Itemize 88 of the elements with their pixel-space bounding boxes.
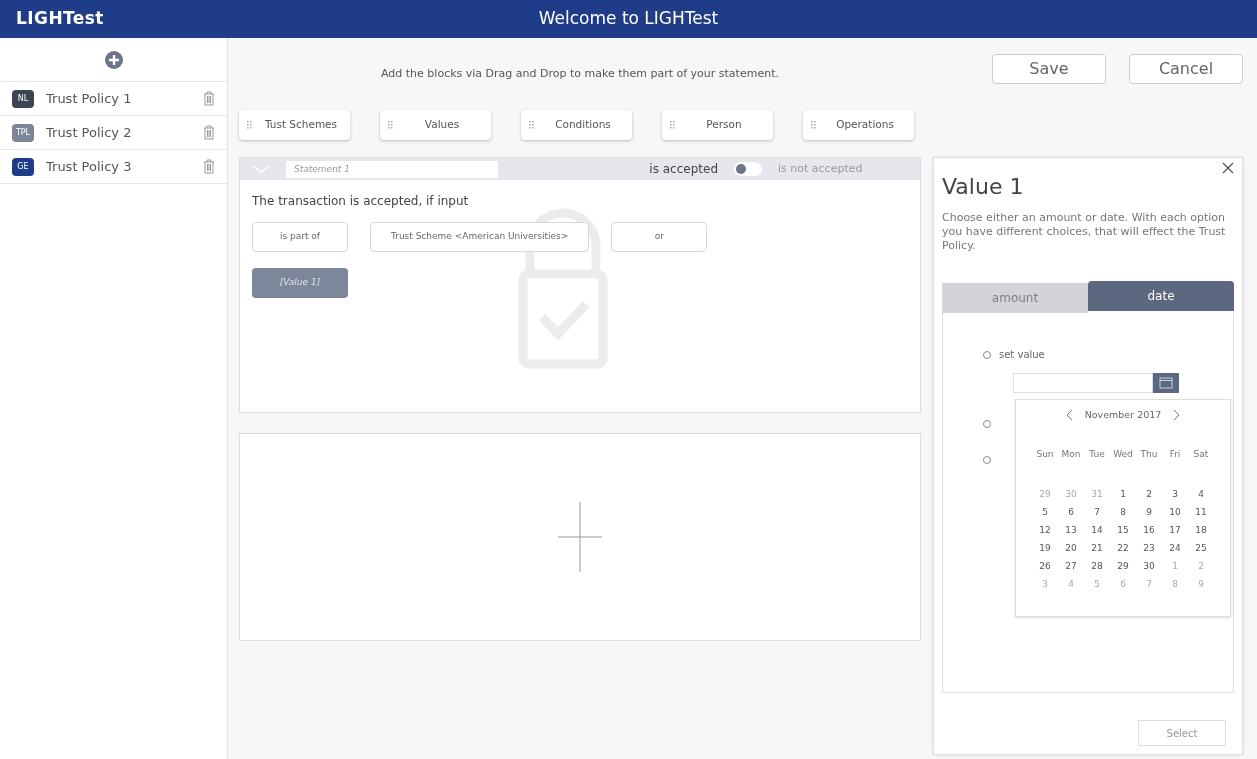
drag-block[interactable]: Operations [803, 110, 914, 140]
calendar-day[interactable]: 6 [1058, 504, 1084, 520]
calendar-day[interactable]: 5 [1032, 504, 1058, 520]
next-month-icon[interactable] [1173, 409, 1181, 422]
policy-label: Trust Policy 3 [46, 157, 133, 176]
calendar-day[interactable]: 10 [1162, 504, 1188, 520]
calendar-day[interactable]: 3 [1162, 486, 1188, 502]
statement-sentence: The transaction is accepted, if input [252, 193, 470, 210]
policy-item[interactable]: TPL Trust Policy 2 [0, 116, 227, 150]
grip-icon [811, 120, 816, 130]
panel-tab[interactable]: date [1088, 281, 1234, 311]
calendar-day[interactable]: 27 [1058, 558, 1084, 574]
calendar-day[interactable]: 22 [1110, 540, 1136, 556]
radio-button[interactable] [983, 350, 991, 359]
statement-name-field[interactable]: Statement 1 [286, 160, 498, 178]
policy-item[interactable]: GE Trust Policy 3 [0, 150, 227, 184]
calendar-day[interactable]: 15 [1110, 522, 1136, 538]
weekday-label: Sat [1192, 448, 1210, 462]
trash-icon[interactable] [203, 91, 215, 106]
calendar-day[interactable]: 13 [1058, 522, 1084, 538]
drag-block[interactable]: Tust Schemes [239, 110, 350, 140]
calendar-day[interactable]: 1 [1110, 486, 1136, 502]
calendar-day[interactable]: 17 [1162, 522, 1188, 538]
calendar-day[interactable]: 14 [1084, 522, 1110, 538]
drag-block[interactable]: Conditions [521, 110, 632, 140]
drag-block[interactable]: Person [662, 110, 773, 140]
grip-icon [247, 120, 252, 130]
not-accepted-label: is not accepted [778, 160, 864, 177]
accept-toggle[interactable] [734, 162, 762, 176]
grip-icon [670, 120, 675, 130]
panel-title: Value 1 [942, 173, 1025, 201]
weekday-label: Thu [1139, 448, 1159, 462]
radio-button[interactable] [983, 456, 991, 464]
policy-badge: GE [12, 157, 34, 176]
accepted-label: is accepted [649, 161, 718, 178]
policy-label: Trust Policy 2 [46, 123, 133, 142]
calendar-day[interactable]: 16 [1136, 522, 1162, 538]
calendar-icon [1159, 377, 1173, 389]
weekday-label: Tue [1088, 448, 1106, 462]
previous-month-icon[interactable] [1065, 409, 1073, 422]
logo[interactable]: LIGHTest [16, 6, 104, 32]
calendar-day[interactable]: 4 [1188, 486, 1214, 502]
calendar-day[interactable]: 23 [1136, 540, 1162, 556]
calendar-day[interactable]: 8 [1110, 504, 1136, 520]
weekday-label: Mon [1060, 448, 1082, 462]
weekday-label: Sun [1035, 448, 1055, 462]
month-label: November 2017 [1084, 408, 1162, 422]
trash-icon[interactable] [203, 125, 215, 140]
weekday-label: Wed [1112, 448, 1134, 462]
plus-icon [558, 502, 602, 572]
instruction-text: Add the blocks via Drag and Drop to make them part of your statement. [381, 65, 779, 82]
policy-item[interactable]: NL Trust Policy 1 [0, 82, 227, 116]
option-label: set value [999, 348, 1045, 362]
calendar-day[interactable]: 11 [1188, 504, 1214, 520]
calendar-day[interactable]: 29 [1110, 558, 1136, 574]
calendar-day[interactable]: 19 [1032, 540, 1058, 556]
grip-icon [529, 120, 534, 130]
close-icon[interactable] [1222, 162, 1234, 174]
calendar-day[interactable]: 9 [1136, 504, 1162, 520]
calendar-day[interactable]: 30 [1136, 558, 1162, 574]
calendar-day[interactable]: 24 [1162, 540, 1188, 556]
action-button[interactable]: Save [992, 54, 1106, 84]
calendar-button[interactable] [1153, 373, 1179, 393]
calendar-day[interactable]: 25 [1188, 540, 1214, 556]
calendar-day[interactable]: 7 [1084, 504, 1110, 520]
calendar-day[interactable]: 20 [1058, 540, 1084, 556]
statement-chip[interactable]: is part of [252, 222, 348, 252]
calendar-day[interactable]: 12 [1032, 522, 1058, 538]
add-icon[interactable] [104, 50, 123, 69]
radio-button[interactable] [983, 420, 991, 428]
calendar-day[interactable]: 18 [1188, 522, 1214, 538]
policy-badge: TPL [12, 123, 34, 142]
statement-chip[interactable]: or [611, 222, 708, 252]
drag-block[interactable]: Values [380, 110, 491, 140]
trash-icon[interactable] [203, 159, 215, 174]
statement-chip[interactable]: Trust Scheme <American Universities> [370, 222, 590, 252]
window-title: Welcome to LIGHTest [538, 7, 719, 31]
calendar-day[interactable]: 28 [1084, 558, 1110, 574]
policy-badge: NL [12, 89, 34, 108]
calendar-day[interactable]: 26 [1032, 558, 1058, 574]
grip-icon [388, 120, 393, 130]
policy-label: Trust Policy 1 [46, 89, 133, 108]
action-button[interactable]: Cancel [1129, 54, 1243, 84]
weekday-label: Fri [1168, 448, 1182, 462]
calendar-day[interactable]: 2 [1136, 486, 1162, 502]
calendar-day[interactable]: 21 [1084, 540, 1110, 556]
panel-description: Choose either an amount or date. With each option you have different choices, that will effect the Trust Policy. [942, 211, 1227, 253]
date-field[interactable] [1013, 373, 1153, 393]
